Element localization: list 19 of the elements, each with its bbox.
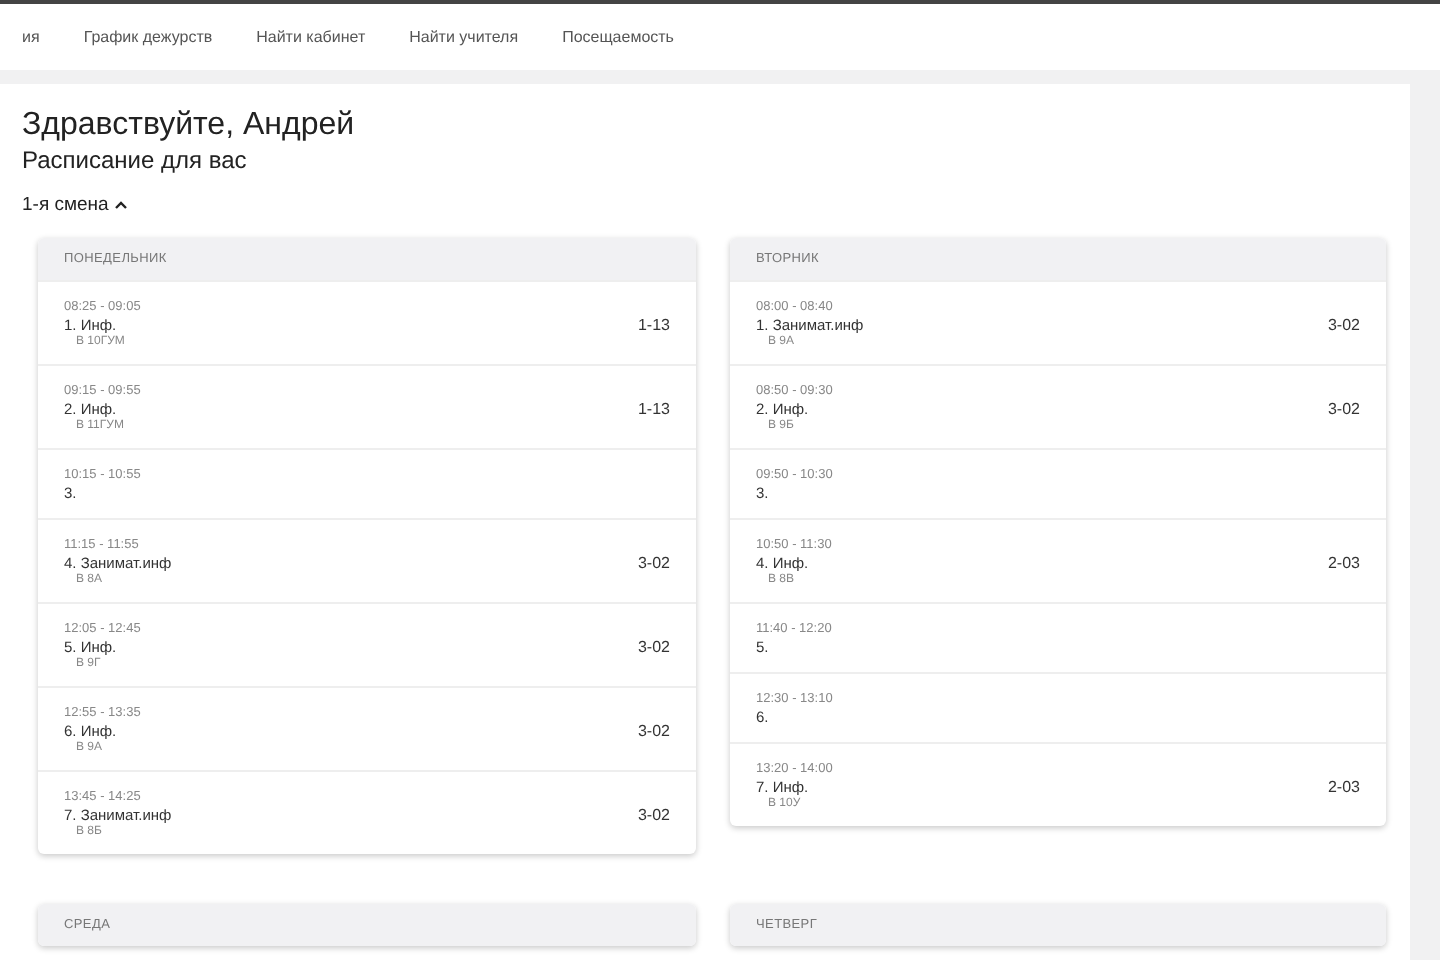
lesson-room: 3-02 <box>637 806 670 824</box>
lesson-room: 3-02 <box>1327 400 1360 418</box>
nav-link[interactable]: Найти кабинет <box>234 28 388 46</box>
lesson-room: 1-13 <box>637 400 670 418</box>
greeting-heading: Здравствуйте, Андрей <box>22 106 357 146</box>
nav-link[interactable]: Найти учителя <box>387 28 541 46</box>
chevron-up-icon <box>114 200 129 210</box>
lesson-room: 3-02 <box>637 638 670 656</box>
schedule-subtitle: Расписание для вас <box>22 146 249 176</box>
lesson-room: 3-02 <box>637 722 670 740</box>
nav-link[interactable]: Посещаемость <box>540 28 696 46</box>
lesson-room: 2-03 <box>1327 554 1360 572</box>
nav-link[interactable]: ия <box>0 28 62 46</box>
lesson-room: 1-13 <box>637 316 670 334</box>
lesson-room: 3-02 <box>1327 316 1360 334</box>
lesson-room: 2-03 <box>1327 778 1360 796</box>
lesson-room: 3-02 <box>637 554 670 572</box>
nav-link[interactable]: График дежурств <box>61 28 235 46</box>
shift-toggle[interactable]: 1-я смена <box>22 194 129 216</box>
